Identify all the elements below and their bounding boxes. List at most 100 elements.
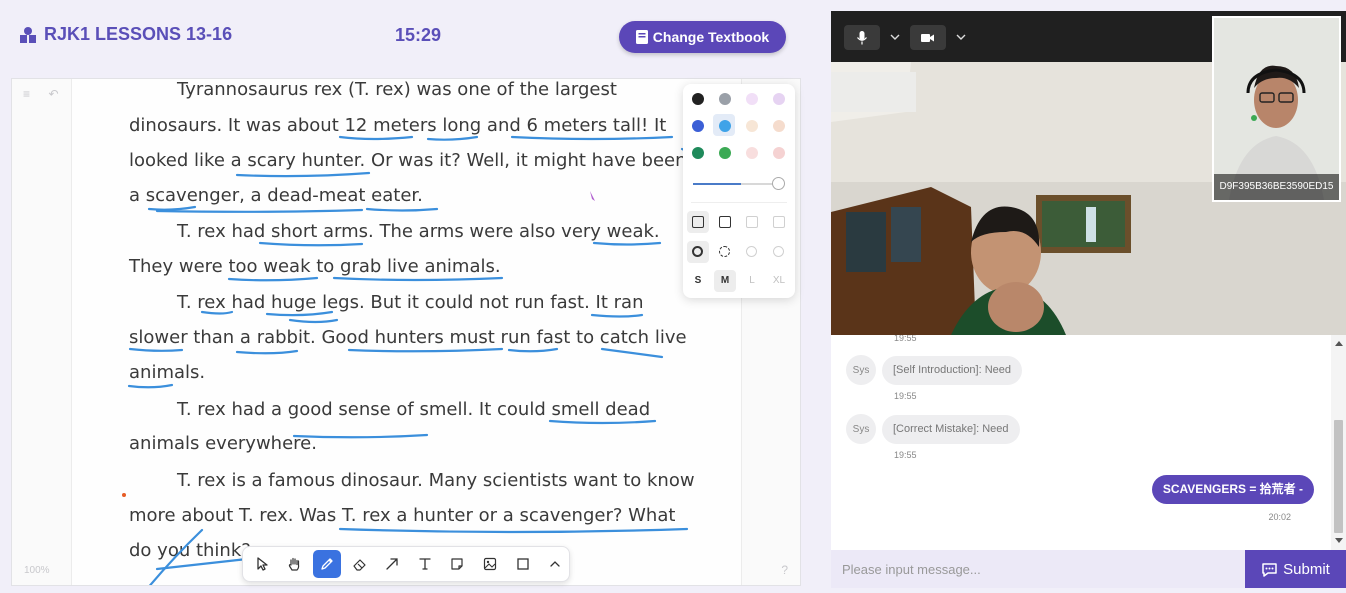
pen-icon	[321, 558, 333, 570]
my-message-bubble: SCAVENGERS = 拾荒者 -	[1151, 475, 1314, 504]
undo-icon[interactable]: ↶	[45, 87, 62, 102]
fill-solid-icon[interactable]	[746, 216, 758, 228]
annotation-stroke	[155, 557, 249, 571]
color-swatch-green[interactable]	[719, 147, 731, 159]
annotation-stroke	[148, 528, 204, 585]
chat-scrollbar[interactable]	[1331, 335, 1346, 550]
annotation-stroke	[128, 347, 184, 352]
annotation-stroke	[258, 241, 364, 247]
color-swatch-light-pink[interactable]	[746, 93, 758, 105]
camera-options-chevron-icon[interactable]	[954, 31, 968, 43]
size-xl-button[interactable]: XL	[768, 270, 790, 292]
video-panel: D9F395B36BE3590ED15	[831, 11, 1346, 335]
annotation-stroke	[292, 433, 429, 439]
image-icon	[483, 557, 497, 571]
color-swatch-dark-green[interactable]	[692, 147, 704, 159]
stroke-width-slider[interactable]	[693, 183, 775, 185]
annotation-stroke	[147, 205, 197, 211]
color-swatch-peach[interactable]	[773, 120, 785, 132]
chat-bubble-icon	[1262, 562, 1277, 577]
annotation-stroke	[332, 276, 504, 282]
camera-button[interactable]	[910, 25, 946, 50]
microphone-button[interactable]	[844, 25, 880, 50]
pen-style-palette: S M L XL	[683, 84, 795, 298]
book-icon	[635, 30, 648, 44]
list-icon[interactable]: ≡	[18, 87, 35, 102]
size-s-button[interactable]: S	[687, 270, 709, 292]
self-camera-id: D9F395B36BE3590ED15	[1214, 174, 1339, 200]
text-icon	[419, 558, 431, 570]
pen-annotations	[122, 135, 699, 585]
dash-dotted-icon[interactable]	[746, 246, 757, 257]
microphone-icon	[857, 30, 867, 44]
message-input[interactable]	[831, 550, 1245, 588]
color-swatch-cream[interactable]	[746, 120, 758, 132]
slider-fill	[693, 183, 741, 185]
fill-none-icon[interactable]	[692, 216, 704, 228]
size-m-button[interactable]: M	[714, 270, 736, 292]
dash-dashed-icon[interactable]	[719, 246, 730, 257]
chevron-up-icon	[550, 561, 560, 567]
scroll-up-arrow-icon[interactable]	[1335, 341, 1343, 346]
lesson-icon	[20, 26, 36, 43]
left-page-strip: ≡ ↶ ↷ 🗑 ⧉ ⋮ 100%	[12, 79, 168, 585]
rectangle-tool[interactable]	[509, 550, 537, 578]
eraser-icon	[352, 559, 366, 571]
annotation-stroke	[600, 347, 664, 359]
top-bar: RJK1 LESSONS 13-16 15:29 Change Textbook	[0, 0, 820, 72]
message-time: 19:55	[894, 335, 917, 343]
change-textbook-button[interactable]: Change Textbook	[619, 21, 786, 53]
annotation-stroke	[347, 347, 504, 353]
size-l-button[interactable]: L	[741, 270, 763, 292]
chat-input-bar: Submit	[831, 550, 1346, 588]
text-tool[interactable]	[411, 550, 439, 578]
self-camera-preview: D9F395B36BE3590ED15	[1212, 16, 1341, 202]
rectangle-icon	[516, 558, 529, 570]
eraser-tool[interactable]	[346, 550, 374, 578]
color-swatch-blue[interactable]	[692, 120, 704, 132]
color-swatch-black[interactable]	[692, 93, 704, 105]
scroll-down-arrow-icon[interactable]	[1335, 538, 1343, 543]
microphone-options-chevron-icon[interactable]	[888, 31, 902, 43]
image-tool[interactable]	[476, 550, 504, 578]
annotation-stroke	[227, 276, 319, 282]
help-icon[interactable]: ?	[781, 563, 788, 577]
annotation-stroke	[592, 241, 662, 246]
annotation-stroke	[338, 135, 414, 141]
annotation-stroke	[507, 347, 559, 353]
more-tools-toggle[interactable]	[541, 550, 569, 578]
sticky-note-icon	[451, 558, 463, 570]
annotation-stroke	[510, 135, 674, 141]
select-icon	[257, 557, 268, 571]
annotation-stroke	[235, 171, 371, 178]
fill-pattern-icon[interactable]	[773, 216, 785, 228]
chat-panel: 19:55 Sys [Self Introduction]: Need 19:5…	[831, 335, 1346, 550]
color-swatch-rose[interactable]	[773, 147, 785, 159]
select-tool[interactable]	[248, 550, 276, 578]
dash-solid-icon[interactable]	[692, 246, 703, 257]
submit-label: Submit	[1283, 560, 1330, 578]
pen-tool[interactable]	[313, 550, 341, 578]
annotation-stroke	[338, 527, 689, 534]
sticky-note-tool[interactable]	[444, 550, 472, 578]
annotation-stroke	[200, 310, 234, 315]
slider-knob[interactable]	[772, 177, 785, 190]
submit-button[interactable]: Submit	[1245, 550, 1346, 588]
dash-draw-icon[interactable]	[773, 246, 784, 257]
arrow-tool[interactable]	[378, 550, 406, 578]
fill-semi-icon[interactable]	[719, 216, 731, 228]
annotation-stroke	[548, 419, 657, 425]
hand-tool[interactable]	[281, 550, 309, 578]
message-time: 19:55	[894, 450, 917, 460]
hand-icon	[289, 557, 300, 571]
system-avatar: Sys	[846, 414, 876, 444]
color-swatch-gray[interactable]	[719, 93, 731, 105]
camera-icon	[921, 33, 934, 42]
scroll-thumb[interactable]	[1334, 420, 1343, 533]
color-swatch-light-purple[interactable]	[773, 93, 785, 105]
color-swatch-light-blue[interactable]	[719, 120, 731, 132]
color-swatch-light-rose[interactable]	[746, 147, 758, 159]
annotation-stroke	[590, 313, 644, 318]
annotation-stroke	[155, 208, 364, 213]
lesson-title-text: RJK1 LESSONS 13-16	[44, 24, 233, 44]
